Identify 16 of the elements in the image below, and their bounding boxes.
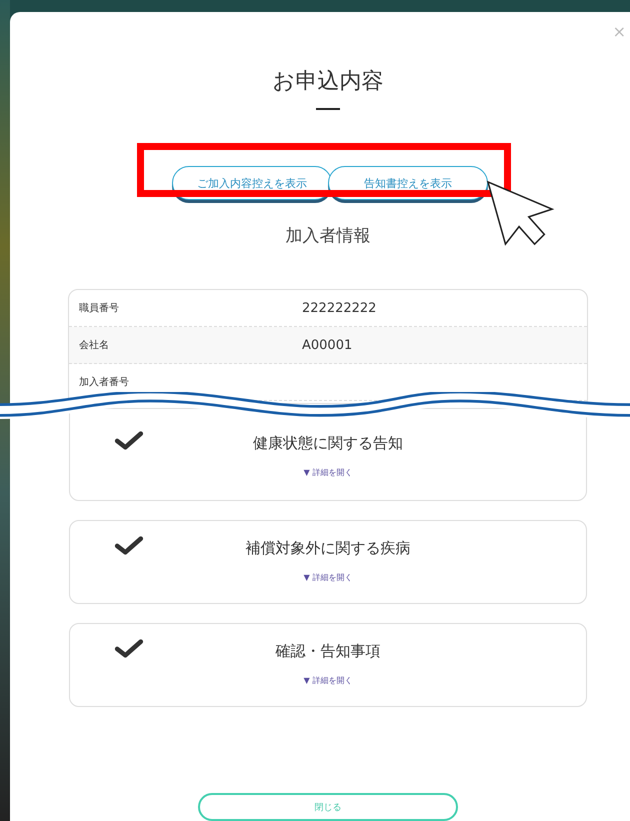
details-toggle-link[interactable]: ▼ 詳細を開く: [304, 675, 352, 686]
close-button[interactable]: 閉じる: [198, 793, 458, 821]
section-title: 確認・告知事項: [276, 642, 380, 661]
section-title: 補償対象外に関する疾病: [246, 539, 410, 558]
field-value: A00001: [302, 338, 352, 352]
field-label: 会社名: [79, 338, 109, 352]
dialog-title: お申込内容: [272, 68, 384, 96]
field-label: 職員番号: [79, 302, 119, 315]
section-title: 健康状態に関する告知: [253, 434, 403, 453]
section-heading: 加入者情報: [286, 225, 370, 247]
details-toggle-link[interactable]: ▼ 詳細を開く: [304, 467, 352, 478]
close-icon[interactable]: ×: [612, 22, 626, 41]
field-label: 加入者番号: [79, 376, 129, 389]
cursor-icon: [486, 180, 556, 248]
field-value: 222222222: [302, 300, 376, 316]
details-toggle-link[interactable]: ▼ 詳細を開く: [304, 572, 352, 583]
